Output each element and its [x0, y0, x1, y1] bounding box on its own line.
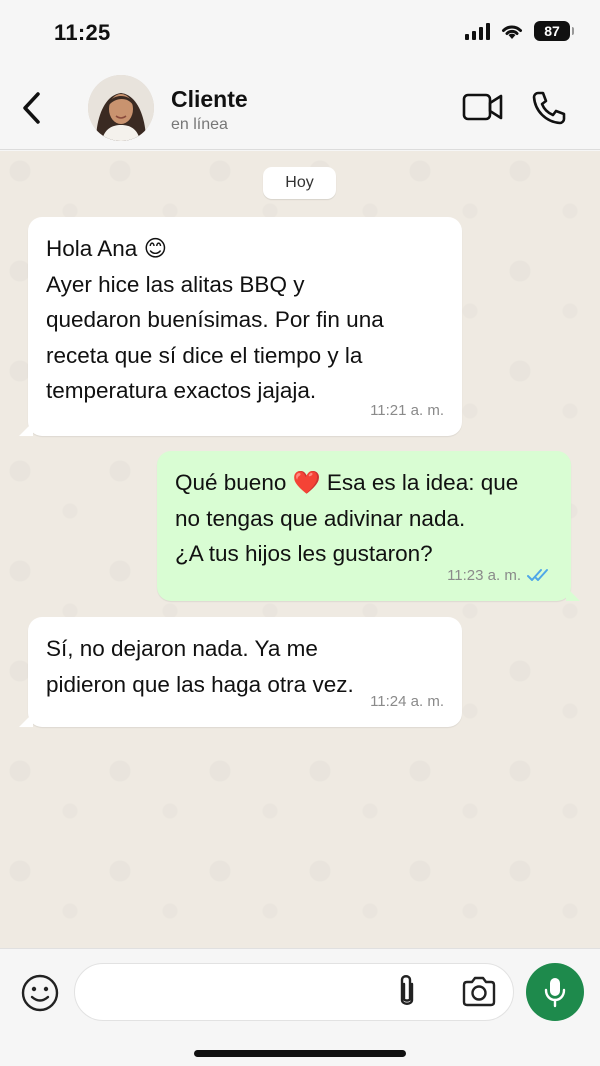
message-time: 11:24 a. m. — [370, 692, 444, 710]
battery-icon: 87 — [534, 21, 574, 41]
chat-header: Cliente en línea — [0, 66, 600, 150]
camera-icon — [462, 976, 496, 1007]
paperclip-icon — [400, 975, 414, 1005]
home-indicator[interactable] — [194, 1050, 406, 1057]
message-incoming[interactable]: Hola Ana 😊 Ayer hice las alitas BBQ y qu… — [19, 217, 462, 436]
message-meta: 11:23 a. m. — [447, 558, 553, 594]
wifi-icon — [502, 25, 522, 39]
contact-name[interactable]: Cliente — [171, 86, 248, 113]
date-chip: Hoy — [263, 167, 336, 199]
microphone-icon — [544, 978, 566, 1008]
bubble-tail — [566, 587, 580, 601]
message-text: Qué bueno ❤️ Esa es la idea: que no teng… — [175, 470, 519, 566]
battery-level: 87 — [544, 23, 560, 39]
message-incoming[interactable]: Sí, no dejaron nada. Ya me pidieron que … — [19, 617, 462, 727]
message-field — [74, 963, 514, 1021]
emoji-button[interactable] — [20, 973, 60, 1013]
attach-button[interactable] — [393, 972, 421, 1012]
message-outgoing[interactable]: Qué bueno ❤️ Esa es la idea: que no teng… — [157, 451, 580, 601]
chat-screen: 11:25 87 Cliente en línea Hoy Hola Ana 😊… — [0, 0, 600, 1066]
message-meta: 11:21 a. m. — [370, 393, 444, 429]
camera-button[interactable] — [461, 975, 497, 1009]
message-input[interactable] — [97, 980, 387, 1006]
double-check-read-icon — [527, 569, 548, 582]
smiley-icon — [21, 974, 59, 1012]
bubble-tail — [19, 422, 33, 436]
phone-icon — [532, 91, 566, 125]
avatar[interactable] — [88, 75, 154, 141]
cellular-signal-icon — [465, 22, 490, 40]
contact-status: en línea — [171, 116, 228, 133]
status-bar: 11:25 87 — [0, 0, 600, 66]
message-text: Hola Ana 😊 Ayer hice las alitas BBQ y qu… — [46, 236, 384, 403]
voice-call-button[interactable] — [530, 90, 568, 126]
bubble-tail — [19, 713, 33, 727]
message-meta: 11:24 a. m. — [370, 684, 444, 720]
status-icons: 87 — [465, 21, 574, 41]
chevron-left-icon — [23, 92, 40, 124]
video-camera-icon — [462, 93, 503, 121]
message-time: 11:23 a. m. — [447, 566, 521, 584]
message-time: 11:21 a. m. — [370, 401, 444, 419]
input-bar — [0, 948, 600, 1066]
video-call-button[interactable] — [462, 90, 504, 124]
status-time: 11:25 — [54, 20, 111, 45]
back-button[interactable] — [14, 88, 48, 128]
avatar-image — [88, 75, 154, 141]
microphone-button[interactable] — [526, 963, 584, 1021]
chat-area[interactable]: Hoy Hola Ana 😊 Ayer hice las alitas BBQ … — [0, 151, 600, 948]
